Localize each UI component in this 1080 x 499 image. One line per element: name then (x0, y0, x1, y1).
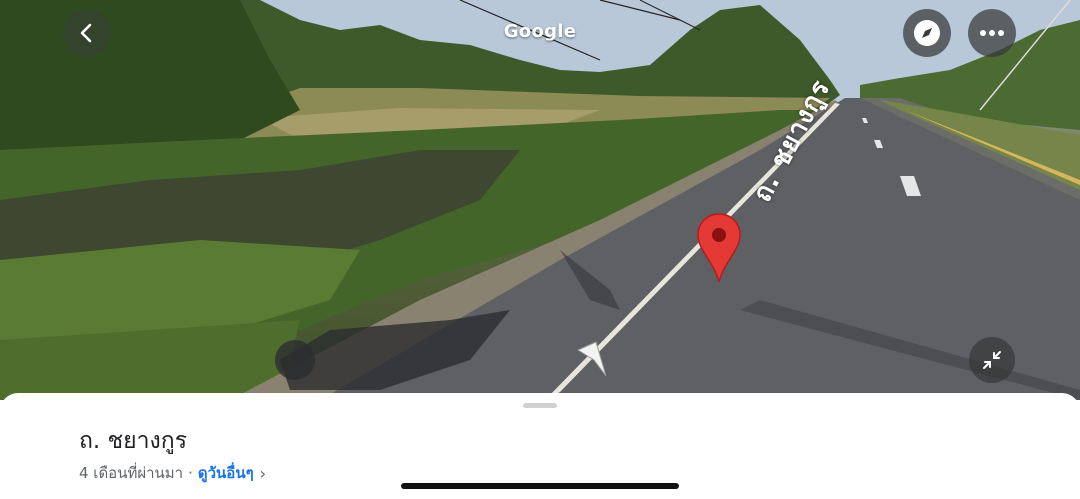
collapse-arrows-icon (983, 351, 1001, 369)
chevron-left-icon (80, 23, 92, 43)
move-forward-arrow[interactable] (574, 340, 612, 384)
brand-text: Google (503, 21, 577, 42)
sheet-drag-handle[interactable] (523, 403, 557, 408)
more-horizontal-icon (980, 30, 1004, 36)
home-indicator (401, 483, 679, 489)
place-info-sheet[interactable]: ถ. ชยางกูร 4 เดือนที่ผ่านมา · ดูวันอื่นๆ… (0, 393, 1080, 499)
map-pin-icon (697, 213, 741, 283)
location-pin (696, 212, 742, 290)
capture-date: 4 เดือนที่ผ่านมา (79, 464, 184, 482)
see-other-dates-link[interactable]: ดูวันอื่นๆ (198, 461, 254, 485)
street-view-panorama[interactable]: Google ถ. ชยางกูร (0, 0, 1080, 400)
separator: · (188, 464, 193, 482)
capture-date-row: 4 เดือนที่ผ่านมา · ดูวันอื่นๆ › (79, 461, 266, 485)
place-title: ถ. ชยางกูร (79, 428, 188, 454)
chevron-right-icon[interactable]: › (260, 464, 266, 483)
collapse-view-button[interactable] (969, 337, 1015, 383)
back-button[interactable] (63, 9, 111, 57)
compass-icon (914, 20, 940, 46)
more-options-button[interactable] (968, 9, 1016, 57)
navigation-arrow-icon (576, 341, 607, 377)
compass-button[interactable] (903, 9, 951, 57)
street-view-image (0, 0, 1080, 400)
